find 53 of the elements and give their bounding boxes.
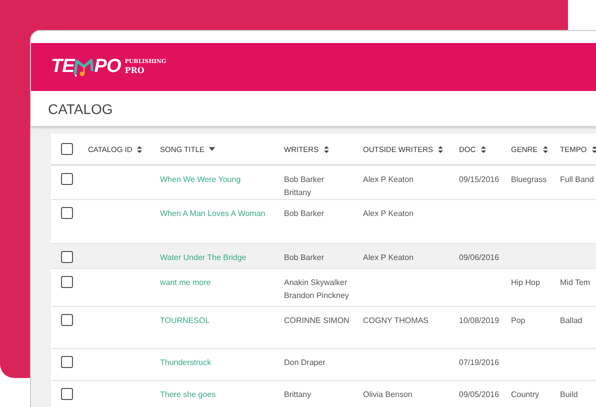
sort-icon[interactable] (592, 146, 596, 152)
table-cell-text: Ballad (560, 315, 584, 327)
table-cell-text: Alex P Keaton (363, 208, 415, 220)
table-row[interactable]: When We Were Young Bob Barker Brittany Alex P Keaton 09/15/2016 Bluegrass Full Band (51, 166, 596, 200)
table-cell-text: Mid Tem (560, 277, 592, 289)
select-all-checkbox[interactable] (61, 143, 73, 155)
row-checkbox[interactable] (61, 388, 73, 400)
logo-text: TE (51, 56, 74, 78)
table-row[interactable]: Thunderstruck Don Draper 07/19/2016 (51, 349, 596, 381)
table-cell-text: 09/06/2016 (459, 252, 500, 264)
table-row[interactable]: There she goes Brittany Olivia Benson 09/05/2016 Country Build (51, 381, 596, 407)
row-checkbox[interactable] (61, 207, 73, 219)
logo-text: PO (94, 56, 121, 78)
table-cell-text: Bob Barker (284, 208, 326, 220)
table-cell-text: CORINNE SIMON (284, 315, 350, 327)
sort-icon[interactable] (324, 146, 329, 152)
table-cell-text: Full Band (560, 174, 595, 186)
table-cell-text: Bob Barker (284, 252, 326, 264)
sort-descending-icon[interactable] (209, 147, 216, 151)
table-cell-text: 07/19/2016 (459, 357, 500, 369)
table-cell-text: Brittany (284, 389, 312, 401)
table-cell-text: Alex P Keaton (363, 174, 415, 186)
row-checkbox[interactable] (61, 356, 73, 368)
table-cell-text: Anakin Skywalker (284, 277, 348, 289)
highlighted-row[interactable]: Water Under The Bridge Bob Barker Alex P Keaton 09/06/2016 (51, 244, 596, 269)
sort-icon[interactable] (480, 146, 486, 152)
table-row[interactable]: want me more Anakin Skywalker Brandon Pinckney Hip Hop Mid Tem (51, 269, 596, 307)
row-checkbox[interactable] (61, 173, 73, 185)
table-cell-text: 10/08/2019 (459, 315, 500, 327)
table-cell-text: Build (560, 389, 579, 401)
table-cell-text: Don Draper (284, 357, 326, 369)
sort-icon[interactable] (542, 146, 548, 152)
table-cell-text: Pop (511, 315, 526, 327)
table-cell-text: 09/05/2016 (459, 389, 500, 401)
music-note-icon (74, 58, 94, 76)
table-cell-text: Brandon Pinckney (284, 290, 350, 302)
row-checkbox[interactable] (61, 251, 73, 263)
table-cell-text: Bluegrass (511, 174, 548, 186)
table-cell-text: 09/15/2016 (459, 174, 500, 186)
table-cell-text: Alex P Keaton (363, 252, 415, 264)
table-cell-text: Bob Barker (284, 174, 326, 186)
logo-subtitle: PRO (124, 66, 146, 74)
sort-icon[interactable] (438, 146, 444, 152)
table-cell-text: Hip Hop (511, 277, 541, 289)
table-cell-text: Country (511, 389, 540, 401)
table-cell-text: COGNY THOMAS (363, 315, 430, 327)
table-cell-text: Olivia Benson (363, 389, 414, 401)
table-row[interactable]: TOURNESOL CORINNE SIMON COGNY THOMAS 10/08/2019 Pop Ballad (51, 307, 596, 349)
row-checkbox[interactable] (61, 314, 73, 326)
sort-icon[interactable] (137, 146, 142, 152)
page-title: CATALOG (48, 100, 113, 116)
table-cell-text: Brittany (284, 187, 312, 199)
row-checkbox[interactable] (61, 276, 73, 288)
